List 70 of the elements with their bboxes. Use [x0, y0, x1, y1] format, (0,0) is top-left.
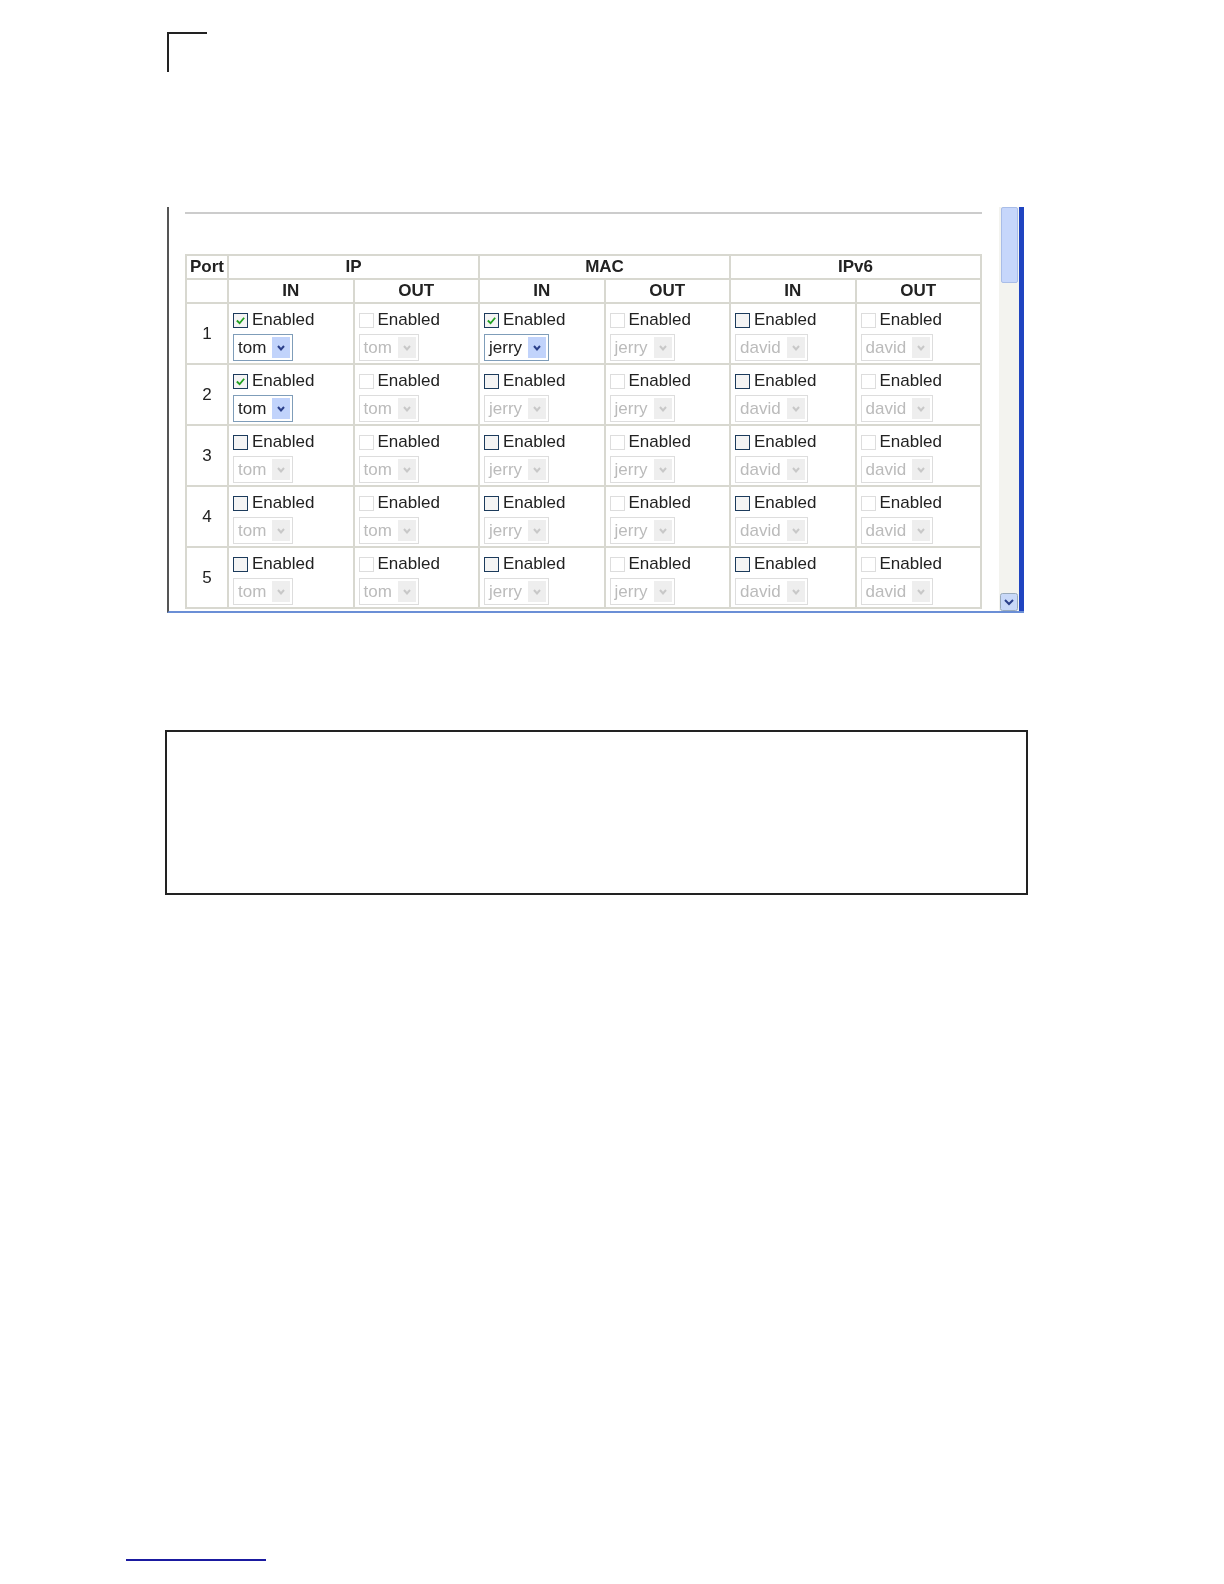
column-header: OUT: [855, 279, 981, 303]
column-group-header: IP: [228, 255, 479, 279]
checkbox-label: Enabled: [754, 493, 817, 513]
checkbox-label: Enabled: [377, 371, 440, 391]
checkbox[interactable]: [233, 373, 248, 389]
table-cell: 3: [186, 425, 228, 486]
checkbox[interactable]: [484, 556, 499, 572]
column-header: IN: [479, 279, 605, 303]
checkbox[interactable]: [735, 434, 750, 450]
check-icon: [235, 314, 246, 326]
checkbox[interactable]: [484, 312, 499, 328]
column-header: OUT: [604, 279, 730, 303]
checkbox-label: Enabled: [879, 371, 942, 391]
checkbox-label: Enabled: [377, 493, 440, 513]
checkbox-label: Enabled: [628, 432, 691, 452]
checkbox[interactable]: [735, 373, 750, 389]
checkbox[interactable]: [735, 495, 750, 511]
checkbox[interactable]: [484, 373, 499, 389]
checkbox-label: Enabled: [252, 371, 315, 391]
checkbox[interactable]: [233, 312, 248, 328]
dropdown[interactable]: tom: [233, 395, 294, 422]
checkbox-label: Enabled: [879, 432, 942, 452]
checkbox-label: Enabled: [879, 493, 942, 513]
checkbox-label: Enabled: [879, 554, 942, 574]
column-header: IN: [730, 279, 856, 303]
checkbox-label: Enabled: [503, 310, 566, 330]
scrollbar[interactable]: [999, 207, 1024, 611]
scrollbar-thumb[interactable]: [1000, 207, 1018, 283]
checkbox-label: Enabled: [252, 554, 315, 574]
table-cell: 1: [186, 303, 228, 364]
checkbox-label: Enabled: [754, 371, 817, 391]
checkbox[interactable]: [484, 434, 499, 450]
column-header: IN: [228, 279, 354, 303]
checkbox[interactable]: [484, 495, 499, 511]
checkbox-label: Enabled: [377, 310, 440, 330]
corner-mark: [167, 32, 207, 72]
checkbox-label: Enabled: [628, 371, 691, 391]
check-icon: [486, 314, 497, 326]
column-group-header: MAC: [479, 255, 730, 279]
checkbox-label: Enabled: [503, 493, 566, 513]
scroll-down-icon[interactable]: [1000, 593, 1018, 611]
checkbox-label: Enabled: [377, 554, 440, 574]
checkbox[interactable]: [233, 495, 248, 511]
checkbox-label: Enabled: [754, 310, 817, 330]
dropdown[interactable]: jerry: [484, 334, 550, 361]
table-cell: 5: [186, 547, 228, 608]
checkbox[interactable]: [735, 312, 750, 328]
column-header: Port: [186, 255, 228, 279]
checkbox-label: Enabled: [252, 310, 315, 330]
checkbox-label: Enabled: [503, 432, 566, 452]
checkbox-label: Enabled: [628, 493, 691, 513]
checkbox-label: Enabled: [252, 493, 315, 513]
checkbox-label: Enabled: [628, 310, 691, 330]
column-group-header: IPv6: [730, 255, 981, 279]
table-cell: 4: [186, 486, 228, 547]
checkbox[interactable]: [233, 556, 248, 572]
checkbox-label: Enabled: [754, 432, 817, 452]
checkbox[interactable]: [233, 434, 248, 450]
checkbox-label: Enabled: [503, 554, 566, 574]
checkbox[interactable]: [735, 556, 750, 572]
checkbox-label: Enabled: [754, 554, 817, 574]
dropdown[interactable]: tom: [233, 334, 294, 361]
checkbox-label: Enabled: [628, 554, 691, 574]
checkbox-label: Enabled: [377, 432, 440, 452]
table-cell: 2: [186, 364, 228, 425]
checkbox-label: Enabled: [503, 371, 566, 391]
column-header: OUT: [353, 279, 479, 303]
checkbox-label: Enabled: [252, 432, 315, 452]
checkbox-label: Enabled: [879, 310, 942, 330]
check-icon: [235, 375, 246, 387]
